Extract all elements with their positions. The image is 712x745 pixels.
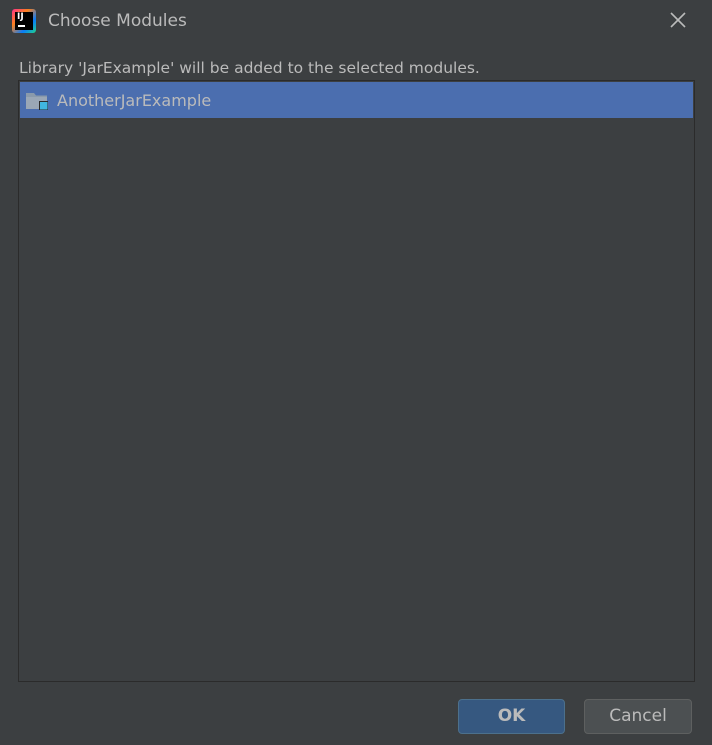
cancel-button[interactable]: Cancel (584, 699, 692, 734)
ok-button[interactable]: OK (458, 699, 565, 734)
dialog-message: Library 'JarExample' will be added to th… (19, 59, 480, 77)
choose-modules-dialog: IJ Choose Modules Library 'JarExample' w… (0, 0, 712, 745)
window-title: Choose Modules (48, 11, 187, 31)
close-icon (670, 12, 686, 28)
intellij-idea-icon: IJ (12, 9, 36, 33)
module-folder-icon (26, 93, 48, 110)
list-item-anotherjarexample[interactable]: AnotherJarExample (20, 82, 693, 118)
title-bar: IJ Choose Modules (0, 0, 712, 42)
module-list[interactable]: AnotherJarExample (18, 80, 695, 682)
list-item-label: AnotherJarExample (57, 91, 212, 110)
close-button[interactable] (664, 6, 692, 34)
